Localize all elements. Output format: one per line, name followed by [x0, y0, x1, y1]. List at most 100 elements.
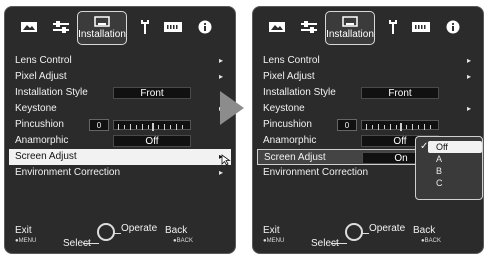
back-label[interactable]: Back — [165, 225, 187, 236]
chevron-right-icon: ▸ — [218, 56, 223, 65]
installation-icon — [94, 16, 110, 27]
installation-icon — [342, 16, 358, 27]
menu-item-label: Pincushion — [15, 119, 64, 130]
tab-installation[interactable]: Installation — [325, 11, 375, 45]
tab-input-signal[interactable] — [159, 14, 187, 40]
select-label: Select — [311, 238, 339, 249]
tab-bar: Installation — [257, 11, 479, 47]
sliders-icon — [53, 21, 69, 33]
menu-item-anamorphic[interactable]: Anamorphic Off — [9, 133, 231, 149]
back-key-hint: ●BACK — [173, 238, 193, 244]
tab-function[interactable] — [131, 14, 159, 40]
option-a[interactable]: A — [416, 153, 482, 165]
menu-item-lens-control[interactable]: Lens Control ▸ — [9, 53, 231, 69]
picture-icon — [269, 22, 285, 32]
menu-item-keystone[interactable]: Keystone ▸ — [9, 101, 231, 117]
anamorphic-value: Off — [113, 135, 191, 147]
chevron-right-icon: ▸ — [466, 56, 471, 65]
chevron-right-icon: ▸ — [466, 104, 471, 113]
tab-installation-label: Installation — [326, 29, 374, 40]
menu-item-label: Anamorphic — [263, 135, 317, 146]
slider-ticks — [118, 123, 183, 131]
chevron-right-icon: ▸ — [218, 168, 223, 177]
menu-item-installation-style[interactable]: Installation Style Front — [9, 85, 231, 101]
installation-style-value: Front — [361, 87, 439, 99]
menu-item-label: Pixel Adjust — [15, 71, 67, 82]
menu-item-label: Screen Adjust — [264, 152, 326, 163]
menu-item-label: Anamorphic — [15, 135, 69, 146]
option-c[interactable]: C — [416, 177, 482, 189]
menu-item-label: Environment Correction — [263, 167, 369, 178]
menu-item-label: Installation Style — [15, 87, 88, 98]
installation-menu: Lens Control ▸ Pixel Adjust ▸ Installati… — [9, 53, 231, 181]
joystick-icon — [97, 223, 115, 241]
menu-item-keystone[interactable]: Keystone ▸ — [257, 101, 479, 117]
menu-item-pixel-adjust[interactable]: Pixel Adjust ▸ — [257, 69, 479, 85]
menu-item-label: Lens Control — [15, 55, 72, 66]
back-key-hint: ●BACK — [421, 238, 441, 244]
chevron-right-icon: ▸ — [466, 72, 471, 81]
tab-bar: Installation — [9, 11, 231, 47]
joystick-icon — [345, 223, 363, 241]
tab-information[interactable] — [439, 14, 467, 40]
hdmi-icon — [412, 22, 430, 32]
menu-item-label: Pixel Adjust — [263, 71, 315, 82]
option-label: Off — [436, 142, 448, 152]
info-icon — [446, 20, 460, 34]
screen-adjust-dropdown: Off ✓ A B C — [415, 136, 483, 200]
menu-panel-left: Installation Lens Control ▸ Pixel Adjust… — [4, 6, 236, 254]
menu-item-pincushion[interactable]: Pincushion 0 — [9, 117, 231, 133]
menu-item-installation-style[interactable]: Installation Style Front — [257, 85, 479, 101]
tab-adjust[interactable] — [47, 14, 75, 40]
menu-item-lens-control[interactable]: Lens Control ▸ — [257, 53, 479, 69]
tab-adjust[interactable] — [295, 14, 323, 40]
menu-item-label: Keystone — [15, 103, 57, 114]
sliders-icon — [301, 21, 317, 33]
menu-item-label: Pincushion — [263, 119, 312, 130]
exit-label[interactable]: Exit — [15, 225, 32, 236]
tab-information[interactable] — [191, 14, 219, 40]
exit-label[interactable]: Exit — [263, 225, 280, 236]
menu-item-pixel-adjust[interactable]: Pixel Adjust ▸ — [9, 69, 231, 85]
tab-picture[interactable] — [15, 14, 43, 40]
menu-key-hint: ●MENU — [15, 238, 37, 244]
menu-panel-right: Installation Lens Control ▸ Pixel Adjust… — [252, 6, 484, 254]
pincushion-value: 0 — [337, 119, 357, 131]
option-label: B — [436, 166, 443, 176]
slider-ticks — [366, 123, 431, 131]
installation-style-value: Front — [113, 87, 191, 99]
wrench-icon — [141, 20, 149, 34]
menu-item-environment-correction[interactable]: Environment Correction ▸ — [9, 165, 231, 181]
select-label: Select — [63, 238, 91, 249]
pincushion-slider[interactable] — [361, 120, 439, 131]
wrench-icon — [389, 20, 397, 34]
pincushion-slider[interactable] — [113, 120, 191, 131]
menu-item-screen-adjust[interactable]: Screen Adjust ▸ — [9, 149, 231, 166]
option-off[interactable]: Off — [428, 141, 482, 153]
pincushion-value: 0 — [89, 119, 109, 131]
menu-item-label: Screen Adjust — [15, 151, 77, 162]
tab-installation-label: Installation — [78, 29, 126, 40]
back-label[interactable]: Back — [413, 225, 435, 236]
transition-arrow-icon — [220, 91, 244, 125]
picture-icon — [21, 22, 37, 32]
menu-key-hint: ●MENU — [263, 238, 285, 244]
menu-item-label: Environment Correction — [15, 167, 121, 178]
operate-label: Operate — [121, 223, 158, 234]
operate-label: Operate — [369, 223, 406, 234]
tab-picture[interactable] — [263, 14, 291, 40]
info-icon — [198, 20, 212, 34]
option-label: C — [436, 178, 443, 188]
tab-installation[interactable]: Installation — [77, 11, 127, 45]
option-b[interactable]: B — [416, 165, 482, 177]
menu-item-pincushion[interactable]: Pincushion 0 — [257, 117, 479, 133]
menu-item-label: Lens Control — [263, 55, 320, 66]
menu-item-label: Keystone — [263, 103, 305, 114]
footer-bar: Exit ●MENU Operate Select Back ●BACK — [253, 219, 485, 253]
divider — [113, 233, 121, 234]
checkmark-icon: ✓ — [420, 141, 429, 152]
footer-bar: Exit ●MENU Operate Select Back ●BACK — [5, 219, 237, 253]
tab-input-signal[interactable] — [407, 14, 435, 40]
menu-item-label: Installation Style — [263, 87, 336, 98]
tab-function[interactable] — [379, 14, 407, 40]
